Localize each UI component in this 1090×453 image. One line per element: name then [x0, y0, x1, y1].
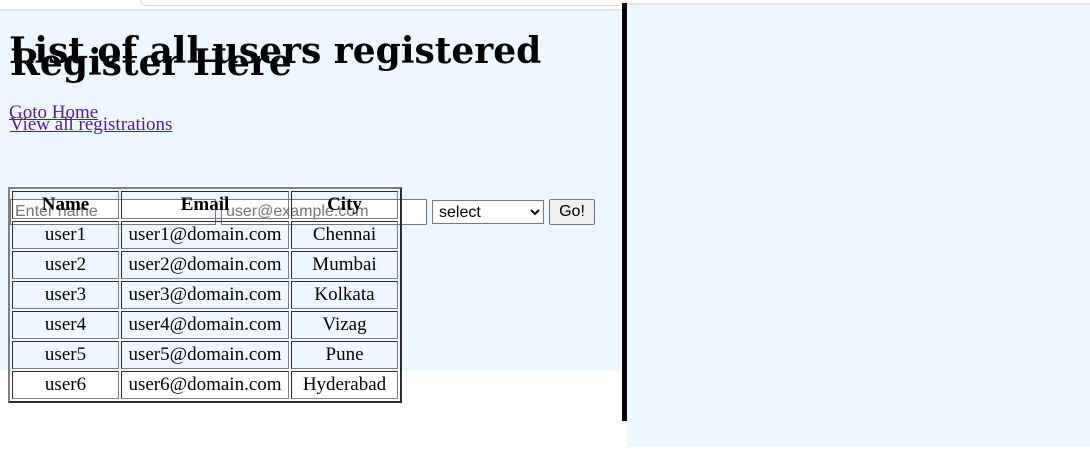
- cell-email: user6@domain.com: [121, 371, 289, 399]
- cell-email: user1@domain.com: [121, 221, 289, 249]
- header-city: City: [291, 191, 398, 219]
- cell-name: user2: [12, 251, 119, 279]
- cell-city: Pune: [291, 341, 398, 369]
- city-select[interactable]: select: [432, 200, 544, 224]
- cell-city: Vizag: [291, 311, 398, 339]
- pane-divider[interactable]: [622, 3, 627, 421]
- cell-name: user6: [12, 371, 119, 399]
- header-name: Name: [12, 191, 119, 219]
- cell-name: user3: [12, 281, 119, 309]
- table-row: user5 user5@domain.com Pune: [12, 341, 398, 369]
- cell-city: Chennai: [291, 221, 398, 249]
- table-row: user2 user2@domain.com Mumbai: [12, 251, 398, 279]
- users-list-pane: [627, 5, 1090, 447]
- cell-city: Mumbai: [291, 251, 398, 279]
- go-button[interactable]: Go!: [549, 199, 595, 225]
- table-header-row: Name Email City: [12, 191, 398, 219]
- cell-city: Hyderabad: [291, 371, 398, 399]
- users-list-title: List of all users registered: [9, 30, 542, 72]
- browser-tab-edge: [140, 0, 621, 6]
- cell-name: user4: [12, 311, 119, 339]
- cell-name: user1: [12, 221, 119, 249]
- table-row: user4 user4@domain.com Vizag: [12, 311, 398, 339]
- cell-email: user2@domain.com: [121, 251, 289, 279]
- header-email: Email: [121, 191, 289, 219]
- cell-name: user5: [12, 341, 119, 369]
- table-row: user1 user1@domain.com Chennai: [12, 221, 398, 249]
- table-row: user6 user6@domain.com Hyderabad: [12, 371, 398, 399]
- cell-email: user3@domain.com: [121, 281, 289, 309]
- cell-email: user5@domain.com: [121, 341, 289, 369]
- cell-email: user4@domain.com: [121, 311, 289, 339]
- goto-home-link[interactable]: Goto Home: [9, 102, 98, 124]
- cell-city: Kolkata: [291, 281, 398, 309]
- table-row: user3 user3@domain.com Kolkata: [12, 281, 398, 309]
- users-table: Name Email City user1 user1@domain.com C…: [8, 187, 402, 403]
